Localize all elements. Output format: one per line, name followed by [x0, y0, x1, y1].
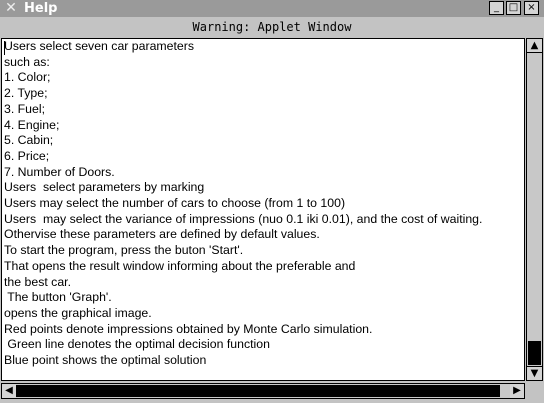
scroll-right-arrow-icon[interactable]: ▶: [510, 384, 524, 398]
scroll-left-arrow-icon[interactable]: ◀: [2, 384, 16, 398]
vertical-scrollbar[interactable]: ▲ ▼: [526, 38, 543, 381]
help-text-line: Red points denote impressions obtained b…: [4, 321, 373, 336]
help-text-line: Othervise these parameters are defined b…: [4, 227, 320, 242]
help-text-line: The button 'Graph'.: [4, 290, 112, 305]
help-text-line: 5. Cabin;: [4, 133, 54, 148]
horizontal-scroll-thumb[interactable]: [16, 385, 500, 397]
window-title: Help: [24, 1, 58, 16]
help-text-line: Users may select the variance of impress…: [4, 211, 483, 226]
help-text-line: 7. Number of Doors.: [4, 164, 115, 179]
help-text-line: Users select parameters by marking: [4, 180, 205, 195]
close-button[interactable]: ×: [524, 1, 539, 15]
help-text-line: That opens the result window informing a…: [4, 258, 356, 273]
help-text-line: 4. Engine;: [4, 117, 60, 132]
horizontal-scrollbar[interactable]: ◀ ▶: [1, 383, 525, 399]
x-app-icon[interactable]: ✕: [3, 1, 19, 15]
help-text-line: 6. Price;: [4, 148, 50, 163]
help-text-line: Users select seven car parameters: [4, 39, 194, 53]
help-text-line: Users may select the number of cars to c…: [4, 196, 346, 211]
help-text-line: 2. Type;: [4, 86, 48, 101]
help-text-area[interactable]: Users select seven car parameters such as…: [1, 38, 525, 381]
help-text-line: such as:: [4, 54, 50, 69]
applet-warning-banner: Warning: Applet Window: [0, 17, 544, 37]
help-text-lines: Users select seven car parameters such as…: [2, 39, 524, 369]
help-text-line: 3. Fuel;: [4, 101, 46, 116]
help-text-line: opens the graphical image.: [4, 305, 152, 320]
help-text-line: Green line denotes the optimal decision …: [4, 337, 270, 352]
vertical-scroll-thumb[interactable]: [528, 341, 541, 365]
title-bar[interactable]: ✕ Help _ □ ×: [0, 0, 544, 17]
help-text-line: 1. Color;: [4, 70, 51, 85]
help-text-line: Blue point shows the optimal solution: [4, 353, 207, 368]
text-cursor: [4, 41, 5, 55]
help-text-line: the best car.: [4, 274, 71, 289]
scroll-up-arrow-icon[interactable]: ▲: [527, 39, 542, 53]
minimize-button[interactable]: _: [489, 1, 504, 15]
help-text-line: To start the program, press the buton 'S…: [4, 243, 244, 258]
scroll-down-arrow-icon[interactable]: ▼: [527, 366, 542, 380]
maximize-button[interactable]: □: [506, 1, 521, 15]
